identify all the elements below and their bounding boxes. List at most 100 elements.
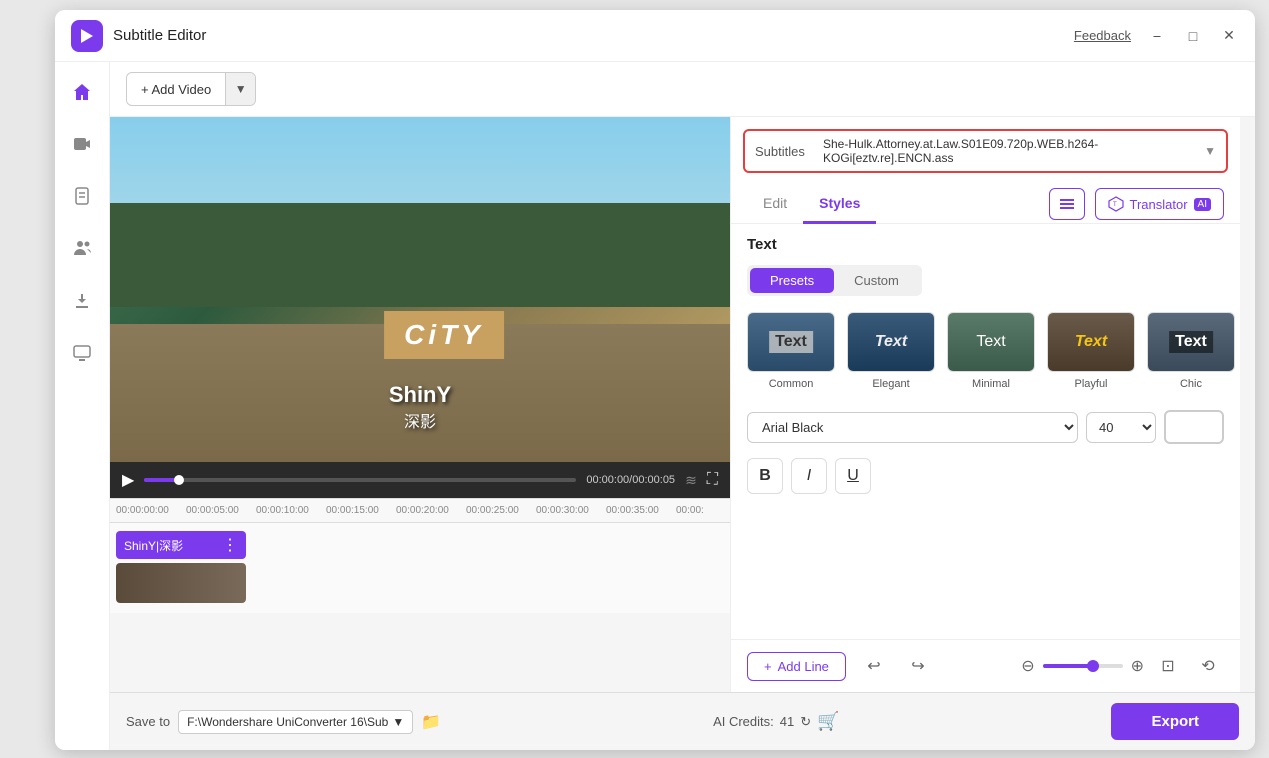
sidebar <box>55 62 110 750</box>
bold-button[interactable]: B <box>747 458 783 494</box>
add-line-button[interactable]: + Add Line <box>747 652 846 681</box>
preset-name-elegant: Elegant <box>872 378 909 390</box>
sidebar-item-people[interactable] <box>64 230 100 266</box>
title-bar-right: Feedback ⎯ □ ✕ <box>1074 26 1239 46</box>
cart-icon[interactable]: 🛒 <box>817 711 839 732</box>
close-button[interactable]: ✕ <box>1219 26 1239 46</box>
italic-button[interactable]: I <box>791 458 827 494</box>
zoom-in-button[interactable]: ⊕ <box>1131 656 1144 676</box>
custom-button[interactable]: Custom <box>834 268 919 293</box>
subtitle-track[interactable]: ShinY|深影 ⋮ <box>116 531 246 559</box>
subtitle-action-bar: + Add Line ↩ ↪ ⊖ ⊕ ⊡ ⟲ <box>731 639 1240 692</box>
preset-thumbnail-playful: Text <box>1047 312 1135 372</box>
folder-icon[interactable]: 📁 <box>421 712 441 732</box>
timeline-ruler: 00:00:00:00 00:00:05:00 00:00:10:00 00:0… <box>110 499 730 523</box>
translator-label: Translator <box>1130 197 1188 212</box>
play-button[interactable]: ▶ <box>122 470 134 490</box>
export-button[interactable]: Export <box>1111 703 1239 740</box>
ruler-mark-0: 00:00:00:00 <box>116 505 186 516</box>
fullscreen-button[interactable]: ⛶ <box>707 471 718 489</box>
progress-bar[interactable] <box>144 478 576 482</box>
size-select[interactable]: 40 32 48 <box>1086 412 1156 443</box>
ai-credits: AI Credits: 41 ↻ 🛒 <box>713 711 839 732</box>
translator-button[interactable]: T Translator AI <box>1095 188 1225 220</box>
preset-text-elegant: Text <box>875 333 907 351</box>
timeline-section: 00:00:00:00 00:00:05:00 00:00:10:00 00:0… <box>110 498 730 613</box>
preset-item-playful[interactable]: Text Playful <box>1047 312 1135 390</box>
bottom-bar: Save to F:\Wondershare UniConverter 16\S… <box>110 692 1255 750</box>
sidebar-item-home[interactable] <box>64 74 100 110</box>
subtitle-dropdown-arrow[interactable]: ▼ <box>1204 144 1216 158</box>
ruler-mark-7: 00:00:35:00 <box>606 505 676 516</box>
svg-text:T: T <box>1113 202 1117 208</box>
subtitle-text-chinese: 深影 <box>389 408 451 432</box>
ruler-mark-2: 00:00:10:00 <box>256 505 326 516</box>
right-panel: Subtitles She-Hulk.Attorney.at.Law.S01E0… <box>730 117 1240 692</box>
preset-thumbnail-elegant: Text <box>847 312 935 372</box>
text-style-row: B I U <box>747 458 1224 494</box>
font-controls: Arial Black Arial Times New Roman 40 32 … <box>747 410 1224 444</box>
preset-thumbnail-common: Text <box>747 312 835 372</box>
add-video-dropdown-button[interactable]: ▼ <box>225 73 255 105</box>
add-video-button-group[interactable]: + Add Video ▼ <box>126 72 256 106</box>
thumb-strip <box>116 563 246 603</box>
preset-toggle: Presets Custom <box>747 265 922 296</box>
sidebar-item-download[interactable] <box>64 282 100 318</box>
list-icon-button[interactable] <box>1049 188 1085 220</box>
video-player-section: CiTY ShinY 深影 ▶ <box>110 117 730 692</box>
zoom-slider[interactable] <box>1043 664 1123 668</box>
ai-credits-refresh-icon[interactable]: ↻ <box>800 714 811 730</box>
video-area: CiTY ShinY 深影 ▶ <box>110 117 1255 692</box>
redo-button[interactable]: ↪ <box>902 650 934 682</box>
waveform-icon[interactable]: ≋ <box>685 472 697 489</box>
subtitle-track-menu[interactable]: ⋮ <box>222 535 238 555</box>
sidebar-item-video[interactable] <box>64 126 100 162</box>
zoom-out-button[interactable]: ⊖ <box>1021 656 1034 676</box>
preset-item-chic[interactable]: Text Chic <box>1147 312 1235 390</box>
ruler-mark-8: 00:00: <box>676 505 730 516</box>
ruler-mark-3: 00:00:15:00 <box>326 505 396 516</box>
app-logo <box>71 20 103 52</box>
ruler-mark-6: 00:00:30:00 <box>536 505 606 516</box>
subtitle-selector[interactable]: Subtitles She-Hulk.Attorney.at.Law.S01E0… <box>743 129 1228 173</box>
progress-dot <box>174 475 184 485</box>
presets-button[interactable]: Presets <box>750 268 834 293</box>
caption-button[interactable]: ⊡ <box>1152 650 1184 682</box>
tab-styles[interactable]: Styles <box>803 185 876 224</box>
undo-button[interactable]: ↩ <box>858 650 890 682</box>
sidebar-item-tv[interactable] <box>64 334 100 370</box>
preset-item-common[interactable]: Text Common <box>747 312 835 390</box>
video-background: CiTY ShinY 深影 <box>110 117 730 462</box>
font-select[interactable]: Arial Black Arial Times New Roman <box>747 412 1078 443</box>
presets-grid: Text Common Text Elegant <box>747 312 1224 390</box>
video-thumbnail-track <box>116 563 246 603</box>
app-title: Subtitle Editor <box>113 27 206 44</box>
preset-item-minimal[interactable]: Text Minimal <box>947 312 1035 390</box>
save-path-value: F:\Wondershare UniConverter 16\Sub <box>187 715 388 729</box>
title-bar-left: Subtitle Editor <box>71 20 206 52</box>
title-bar: Subtitle Editor Feedback ⎯ □ ✕ <box>55 10 1255 62</box>
feedback-link[interactable]: Feedback <box>1074 28 1131 43</box>
sidebar-item-document[interactable] <box>64 178 100 214</box>
styles-section-title: Text <box>747 236 1224 253</box>
app-window: Subtitle Editor Feedback ⎯ □ ✕ <box>55 10 1255 750</box>
minimize-button[interactable]: ⎯ <box>1147 26 1167 46</box>
preset-text-common: Text <box>769 331 813 353</box>
preset-text-chic: Text <box>1169 331 1213 353</box>
scene-trees <box>110 203 730 307</box>
logo-icon <box>77 26 97 46</box>
maximize-button[interactable]: □ <box>1183 26 1203 46</box>
toolbar: + Add Video ▼ <box>110 62 1255 117</box>
tab-actions: T Translator AI <box>1049 188 1225 220</box>
extra-icon-button[interactable]: ⟲ <box>1192 650 1224 682</box>
zoom-thumb <box>1087 660 1099 672</box>
underline-button[interactable]: U <box>835 458 871 494</box>
add-video-main-button[interactable]: + Add Video <box>127 76 225 103</box>
preset-text-minimal: Text <box>976 333 1005 351</box>
video-controls: ▶ 00:00:00/00:00:05 ≋ ⛶ <box>110 462 730 498</box>
preset-name-minimal: Minimal <box>972 378 1010 390</box>
save-path-dropdown-arrow[interactable]: ▼ <box>392 715 404 729</box>
color-swatch[interactable] <box>1164 410 1224 444</box>
tab-edit[interactable]: Edit <box>747 185 803 224</box>
preset-item-elegant[interactable]: Text Elegant <box>847 312 935 390</box>
